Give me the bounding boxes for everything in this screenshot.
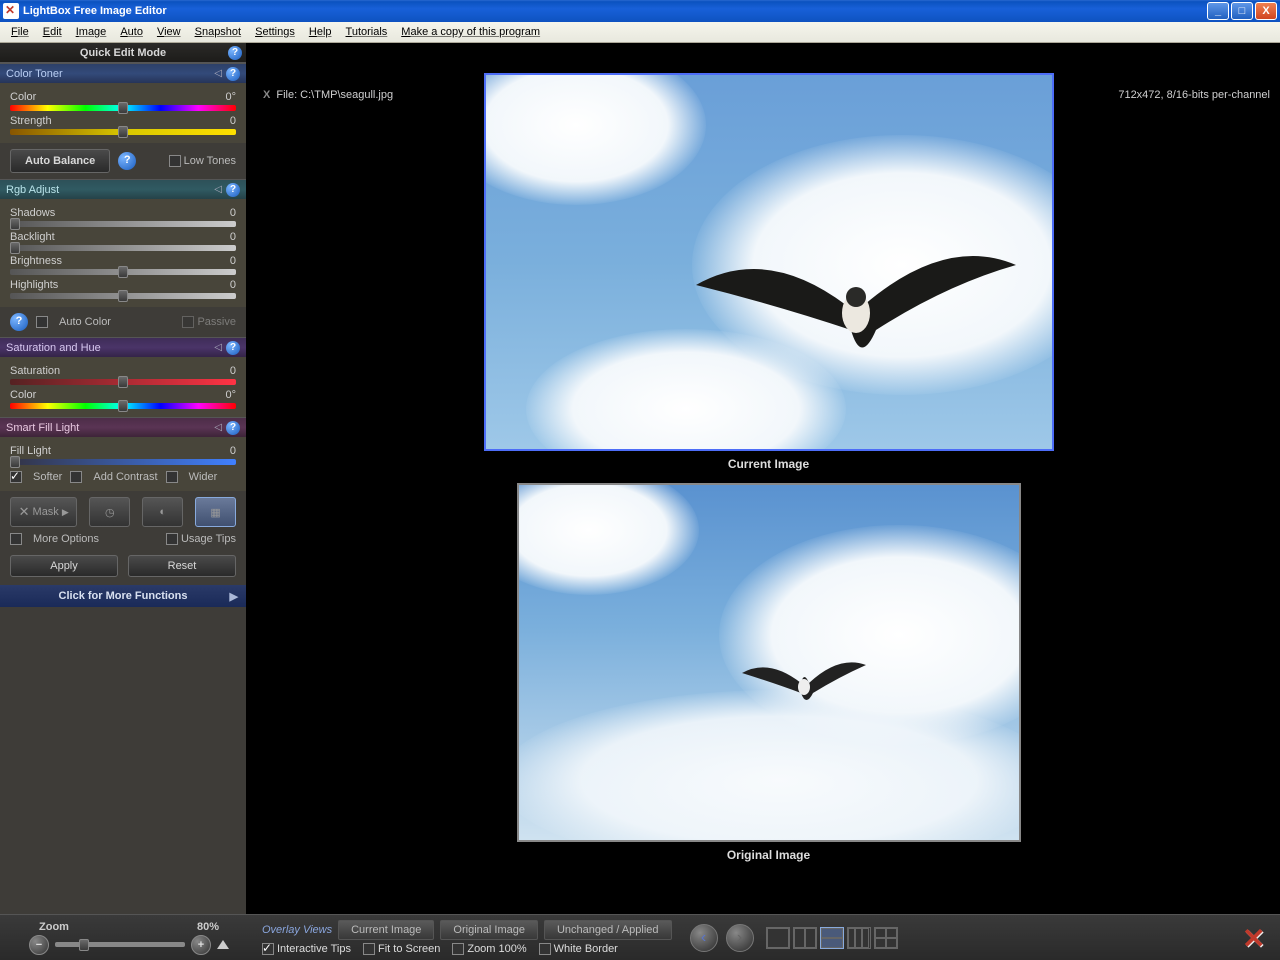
more-functions-button[interactable]: Click for More Functions ▶: [0, 585, 246, 607]
overlay-current-button[interactable]: Current Image: [338, 920, 434, 940]
zoom-out-button[interactable]: −: [29, 935, 49, 955]
overlay-original-button[interactable]: Original Image: [440, 920, 538, 940]
overlay-unchanged-button[interactable]: Unchanged / Applied: [544, 920, 672, 940]
help-icon[interactable]: ?: [226, 341, 240, 355]
help-icon[interactable]: ?: [226, 183, 240, 197]
backlight-slider[interactable]: [10, 245, 236, 251]
original-caption: Original Image: [727, 848, 810, 862]
bottom-bar: Zoom80% − + Overlay Views Current Image …: [0, 914, 1280, 960]
mask-button[interactable]: ✕Mask▶: [10, 497, 77, 527]
chevron-right-icon: ▶: [230, 590, 238, 603]
apply-button[interactable]: Apply: [10, 555, 118, 577]
hue-slider[interactable]: [10, 403, 236, 409]
help-icon[interactable]: ?: [226, 67, 240, 81]
collapse-icon[interactable]: ◁: [214, 68, 222, 79]
fill-light-slider[interactable]: [10, 459, 236, 465]
menu-file[interactable]: File: [4, 24, 36, 40]
menu-snapshot[interactable]: Snapshot: [188, 24, 249, 40]
next-image-button[interactable]: ›: [726, 924, 754, 952]
layout-3col-button[interactable]: [847, 927, 871, 949]
zoom-value: 80%: [197, 921, 219, 933]
maximize-button[interactable]: □: [1231, 2, 1253, 20]
shadows-slider[interactable]: [10, 221, 236, 227]
close-button[interactable]: X: [1255, 2, 1277, 20]
passive-checkbox[interactable]: [182, 316, 194, 328]
highlights-slider[interactable]: [10, 293, 236, 299]
interactive-tips-checkbox[interactable]: [262, 943, 274, 955]
auto-color-checkbox[interactable]: [36, 316, 48, 328]
menu-view[interactable]: View: [150, 24, 188, 40]
section-color-toner[interactable]: Color Toner ◁ ?: [0, 64, 246, 83]
zoom-100-checkbox[interactable]: [452, 943, 464, 955]
saturation-slider[interactable]: [10, 379, 236, 385]
zoom-slider[interactable]: [55, 942, 185, 947]
contrast-icon[interactable]: ◐: [142, 497, 183, 527]
help-icon[interactable]: ?: [10, 313, 28, 331]
section-rgb[interactable]: Rgb Adjust ◁ ?: [0, 180, 246, 199]
app-icon: [3, 3, 19, 19]
current-caption: Current Image: [728, 457, 809, 471]
app-title: LightBox Free Image Editor: [23, 5, 1207, 17]
collapse-icon[interactable]: ◁: [214, 184, 222, 195]
image-preview-icon[interactable]: ▦: [195, 497, 236, 527]
section-fill-light[interactable]: Smart Fill Light ◁ ?: [0, 418, 246, 437]
menu-tutorials[interactable]: Tutorials: [339, 24, 395, 40]
wider-checkbox[interactable]: [166, 471, 178, 483]
reset-button[interactable]: Reset: [128, 555, 236, 577]
help-icon[interactable]: ?: [228, 46, 242, 60]
menu-auto[interactable]: Auto: [113, 24, 150, 40]
menu-make-copy[interactable]: Make a copy of this program: [394, 24, 547, 40]
menu-image[interactable]: Image: [69, 24, 114, 40]
original-image[interactable]: [517, 483, 1021, 842]
menubar: File Edit Image Auto View Snapshot Setti…: [0, 22, 1280, 43]
layout-vsplit-button[interactable]: [793, 927, 817, 949]
zoom-popup-icon[interactable]: [217, 940, 229, 949]
layout-single-button[interactable]: [766, 927, 790, 949]
menu-edit[interactable]: Edit: [36, 24, 69, 40]
brightness-slider[interactable]: [10, 269, 236, 275]
fit-to-screen-checkbox[interactable]: [363, 943, 375, 955]
sidebar: Quick Edit Mode ? Color Toner ◁ ? Color0…: [0, 43, 246, 914]
titlebar: LightBox Free Image Editor _ □ X: [0, 0, 1280, 22]
auto-balance-button[interactable]: Auto Balance: [10, 149, 110, 173]
layout-grid-button[interactable]: [874, 927, 898, 949]
app-logo-icon: [1242, 922, 1274, 954]
prev-image-button[interactable]: ‹: [690, 924, 718, 952]
color-slider[interactable]: [10, 105, 236, 111]
current-image[interactable]: [484, 73, 1054, 451]
help-icon[interactable]: ?: [118, 152, 136, 170]
softer-checkbox[interactable]: [10, 471, 22, 483]
timer-icon[interactable]: ◷: [89, 497, 130, 527]
image-viewer: Current Image Original Image: [257, 63, 1280, 914]
overlay-views-label: Overlay Views: [262, 924, 332, 936]
white-border-checkbox[interactable]: [539, 943, 551, 955]
zoom-in-button[interactable]: +: [191, 935, 211, 955]
sidebar-title: Quick Edit Mode ?: [0, 43, 246, 63]
menu-settings[interactable]: Settings: [248, 24, 302, 40]
section-saturation[interactable]: Saturation and Hue ◁ ?: [0, 338, 246, 357]
menu-help[interactable]: Help: [302, 24, 339, 40]
strength-slider[interactable]: [10, 129, 236, 135]
usage-tips-checkbox[interactable]: [166, 533, 178, 545]
more-options-checkbox[interactable]: [10, 533, 22, 545]
low-tones-checkbox[interactable]: [169, 155, 181, 167]
collapse-icon[interactable]: ◁: [214, 342, 222, 353]
collapse-icon[interactable]: ◁: [214, 422, 222, 433]
layout-hsplit-button[interactable]: [820, 927, 844, 949]
add-contrast-checkbox[interactable]: [70, 471, 82, 483]
help-icon[interactable]: ?: [226, 421, 240, 435]
minimize-button[interactable]: _: [1207, 2, 1229, 20]
zoom-label: Zoom: [39, 921, 69, 933]
